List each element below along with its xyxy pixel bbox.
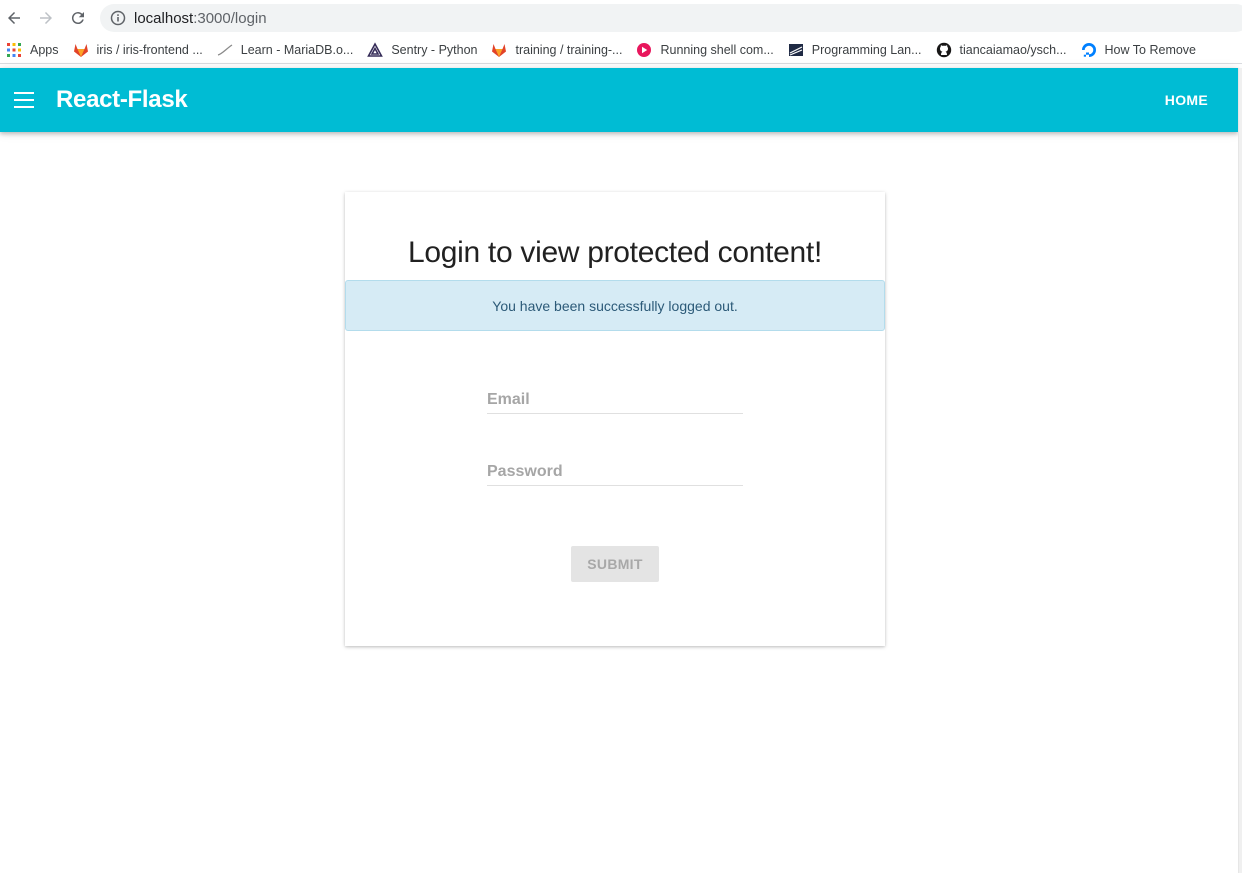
alert-message: You have been successfully logged out. [492,297,738,314]
bookmark-label: How To Remove [1104,42,1197,57]
app-title: React-Flask [56,86,188,113]
bookmark-apps[interactable]: Apps [0,38,67,62]
back-button[interactable] [3,7,25,29]
url-path: :3000/login [193,10,267,27]
url-text[interactable]: localhost:3000/login [134,10,267,27]
digitalocean-icon [1081,42,1096,57]
home-button[interactable]: HOME [1165,92,1208,108]
bookmark-mariadb[interactable]: Learn - MariaDB.o... [211,38,362,62]
mariadb-icon [217,43,233,56]
bookmark-label: Sentry - Python [391,42,478,57]
bookmark-label: training / training-... [515,42,623,57]
submit-button[interactable]: SUBMIT [571,546,659,582]
scrollbar[interactable] [1238,68,1242,873]
bookmark-label: iris / iris-frontend ... [96,42,203,57]
sentry-icon [367,41,384,57]
info-icon[interactable] [110,10,126,26]
arrow-right-icon [40,12,52,24]
browser-toolbar: localhost:3000/login [0,0,1242,36]
reload-button[interactable] [67,7,89,29]
github-icon [936,42,951,57]
page-title: Login to view protected content! [407,236,822,269]
password-field [487,460,743,486]
bookmark-label: Apps [30,42,59,57]
apps-grid-icon [7,42,21,57]
bookmarks-bar: Apps iris / iris-frontend ... Learn - Ma… [0,36,1242,64]
url-host: localhost [134,10,194,27]
bookmark-how-to-remove[interactable]: How To Remove [1075,38,1204,62]
bookmark-label: Learn - MariaDB.o... [240,42,354,57]
bookmark-iris-frontend[interactable]: iris / iris-frontend ... [67,38,211,62]
bookmark-label: Programming Lan... [811,42,922,57]
play-icon [637,42,652,57]
gitlab-icon [492,43,507,57]
bookmark-programming[interactable]: Programming Lan... [782,38,930,62]
forward-button[interactable] [35,7,57,29]
bookmark-label: tiancaiamao/ysch... [959,42,1067,57]
email-input[interactable] [487,388,743,412]
menu-icon[interactable] [12,89,36,111]
bookmark-label: Running shell com... [660,42,774,57]
bookmark-running-shell[interactable]: Running shell com... [630,38,781,62]
bookmark-github[interactable]: tiancaiamao/ysch... [930,38,1075,62]
app-bar: React-Flask HOME [0,68,1238,132]
login-card: Login to view protected content! You hav… [345,192,885,646]
password-input[interactable] [487,460,743,484]
email-field [487,388,743,414]
arrow-left-icon [8,12,20,24]
bookmark-training[interactable]: training / training-... [485,38,630,62]
gitlab-icon [73,43,88,57]
address-bar[interactable]: localhost:3000/login [100,4,1242,32]
stack-icon [788,43,803,56]
bookmark-sentry[interactable]: Sentry - Python [361,38,485,62]
reload-icon [71,12,84,25]
logout-alert: You have been successfully logged out. [345,280,885,331]
